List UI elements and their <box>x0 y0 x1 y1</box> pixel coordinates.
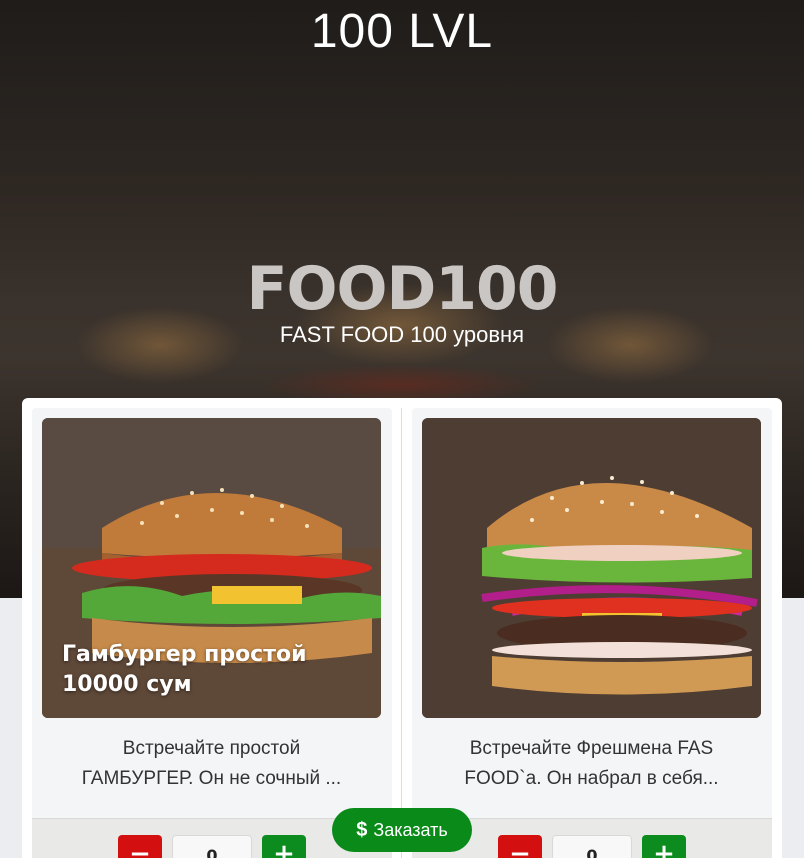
description-line: Встречайте Фрешмена FAS <box>469 738 714 759</box>
product-image[interactable] <box>422 418 761 718</box>
description-line: Встречайте простой <box>122 738 301 759</box>
dollar-icon: $ <box>356 818 368 841</box>
product-description: Встречайте Фрешмена FAS FOOD`а. Он набра… <box>422 734 761 794</box>
product-card: Встречайте Фрешмена FAS FOOD`а. Он набра… <box>412 408 772 858</box>
increase-button[interactable]: + <box>262 835 306 858</box>
product-name: Гамбургер простой <box>62 642 307 667</box>
description-line: FOOD`а. Он набрал в себя... <box>464 768 719 789</box>
product-price: 10000 сум <box>62 672 192 697</box>
decrease-button[interactable]: − <box>118 835 162 858</box>
order-button[interactable]: $ Заказать <box>332 808 472 852</box>
product-caption: Гамбургер простой 10000 сум <box>62 640 307 700</box>
hero-title: FOOD100 <box>246 254 558 324</box>
product-image[interactable]: Гамбургер простой 10000 сум <box>42 418 381 718</box>
brand-logo[interactable]: 100 LVL <box>0 4 804 59</box>
description-line: ГАМБУРГЕР. Он не сочный ... <box>81 768 342 789</box>
products-panel: Гамбургер простой 10000 сум Встречайте п… <box>22 398 782 858</box>
product-card: Гамбургер простой 10000 сум Встречайте п… <box>32 408 392 858</box>
burger-illustration <box>422 418 761 718</box>
quantity-field[interactable]: 0 <box>552 835 632 858</box>
hero-subtitle: FAST FOOD 100 уровня <box>279 322 525 347</box>
quantity-field[interactable]: 0 <box>172 835 252 858</box>
product-description: Встречайте простой ГАМБУРГЕР. Он не сочн… <box>42 734 381 794</box>
increase-button[interactable]: + <box>642 835 686 858</box>
decrease-button[interactable]: − <box>498 835 542 858</box>
card-divider <box>401 408 402 858</box>
order-button-label: Заказать <box>373 819 448 840</box>
